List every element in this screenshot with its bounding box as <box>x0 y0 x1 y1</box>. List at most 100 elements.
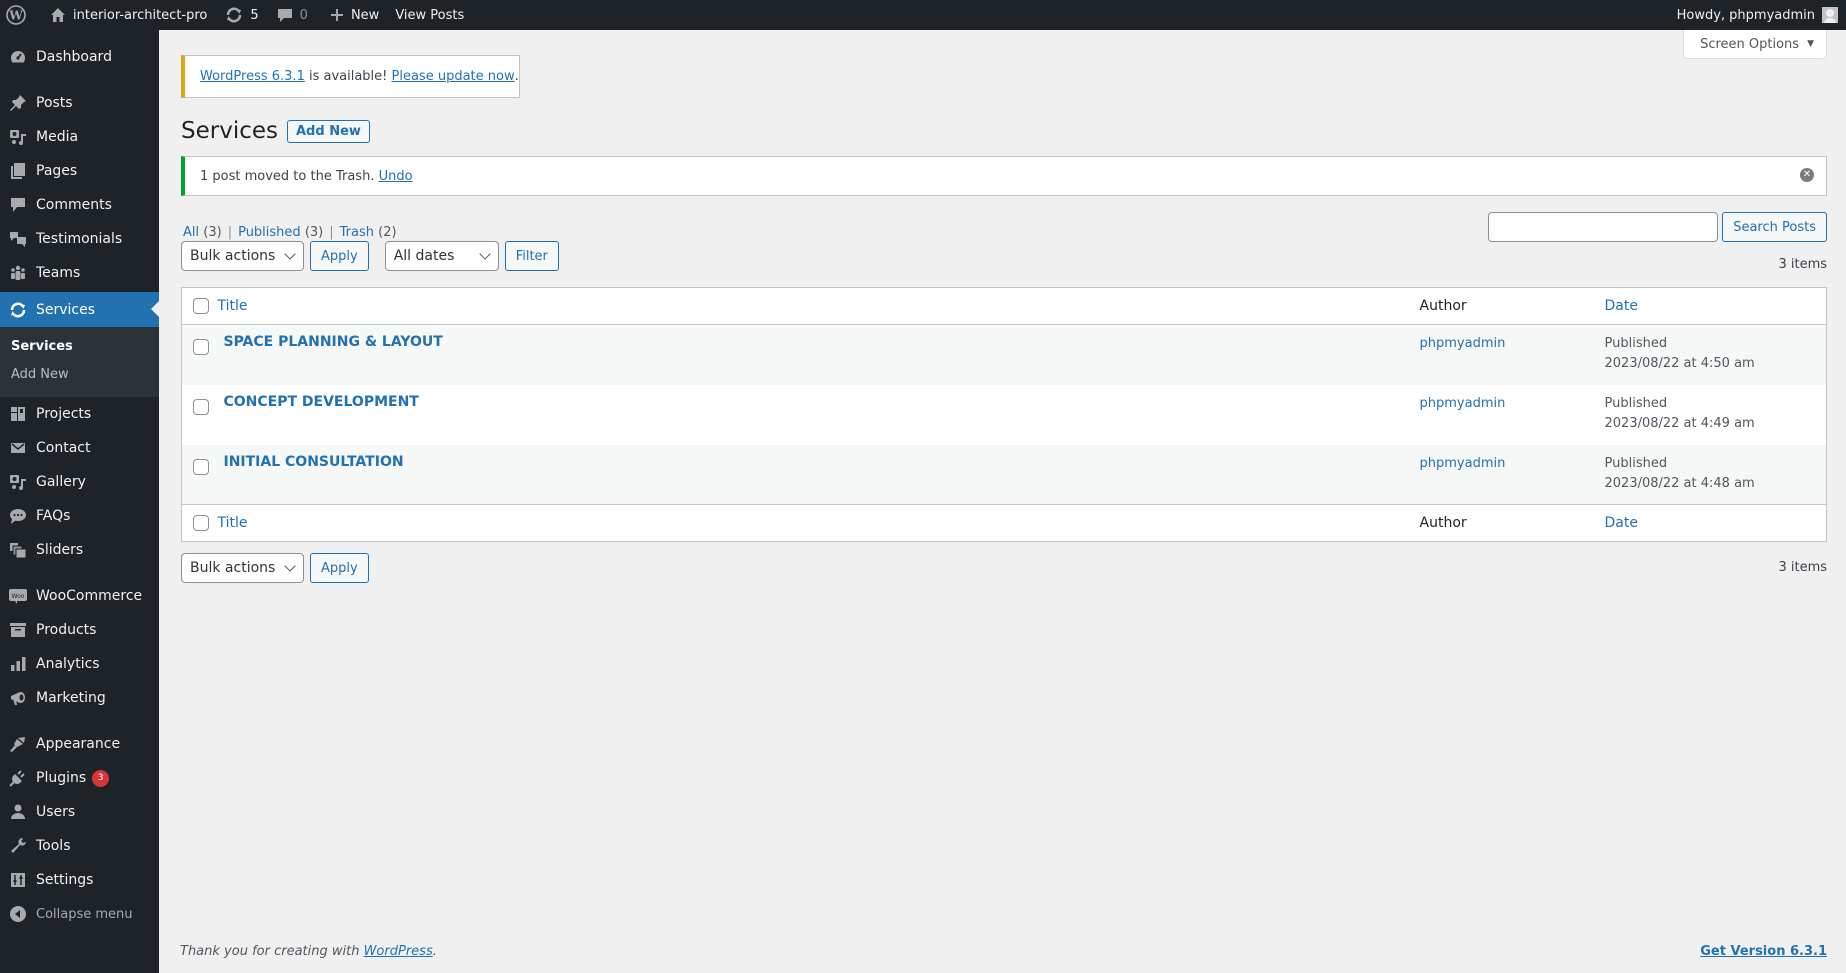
undo-link[interactable]: Undo <box>379 169 413 184</box>
sidebar-label: Gallery <box>36 474 86 490</box>
sidebar-item-appearance[interactable]: Appearance <box>0 727 159 761</box>
sidebar-item-posts[interactable]: Posts <box>0 86 159 120</box>
row-checkbox[interactable] <box>193 458 209 475</box>
items-count-bottom: 3 items <box>1778 560 1827 575</box>
bulk-actions-value: Bulk actions <box>190 560 276 576</box>
row-title-link[interactable]: SPACE PLANNING & LAYOUT <box>224 334 443 350</box>
dismiss-notice-icon[interactable]: ✕ <box>1800 168 1814 182</box>
row-author-link[interactable]: phpmyadmin <box>1420 396 1506 411</box>
sidebar-label: Media <box>36 129 79 145</box>
collapse-label: Collapse menu <box>36 906 133 922</box>
sidebar-item-pages[interactable]: Pages <box>0 154 159 188</box>
sidebar-label: FAQs <box>36 508 71 524</box>
footer-thanks-text: Thank you for creating with <box>180 944 364 959</box>
dashboard-icon <box>0 48 36 66</box>
column-date-sort-footer[interactable]: Date <box>1605 515 1638 531</box>
search-posts-button[interactable]: Search Posts <box>1722 212 1827 242</box>
brush-icon <box>0 735 36 753</box>
user-icon <box>0 803 36 821</box>
sidebar-item-plugins[interactable]: Plugins 3 <box>0 761 159 795</box>
sidebar-item-analytics[interactable]: Analytics <box>0 647 159 681</box>
updates-icon <box>225 6 243 24</box>
media-icon <box>0 128 36 146</box>
sidebar-item-services[interactable]: Services <box>0 292 159 327</box>
sidebar-item-settings[interactable]: Settings <box>0 863 159 897</box>
row-date: Published 2023/08/22 at 4:49 am <box>1605 394 1827 434</box>
row-title-link[interactable]: INITIAL CONSULTATION <box>224 454 404 470</box>
filter-trash[interactable]: Trash (2) <box>340 225 397 240</box>
column-date-sort[interactable]: Date <box>1605 298 1638 314</box>
slides-icon <box>0 541 36 559</box>
wordpress-link[interactable]: WordPress <box>364 944 433 959</box>
apply-button[interactable]: Apply <box>310 241 369 271</box>
sidebar-item-contact[interactable]: Contact <box>0 431 159 465</box>
filter-published[interactable]: Published (3) <box>238 225 323 240</box>
update-notice-period: . <box>514 69 519 84</box>
sidebar-item-media[interactable]: Media <box>0 120 159 154</box>
sidebar-item-sliders[interactable]: Sliders <box>0 533 159 567</box>
add-new-button[interactable]: Add New <box>287 119 370 143</box>
sidebar-item-faqs[interactable]: FAQs <box>0 499 159 533</box>
row-status: Published <box>1604 455 1668 471</box>
view-posts-link[interactable]: View Posts <box>387 0 472 30</box>
tablenav-bottom: Bulk actions Apply <box>181 553 369 583</box>
date-filter-select[interactable]: All dates <box>384 241 499 271</box>
column-author-footer: Author <box>1419 515 1467 531</box>
submenu-item-add-new[interactable]: Add New <box>11 367 69 382</box>
sidebar-item-tools[interactable]: Tools <box>0 829 159 863</box>
collapse-menu-button[interactable]: Collapse menu <box>0 897 159 931</box>
site-name-link[interactable]: interior-architect-pro <box>34 0 215 30</box>
svg-text:W: W <box>8 9 23 23</box>
testimonial-icon <box>0 230 36 248</box>
sidebar-label: Projects <box>36 406 92 422</box>
wordpress-version-link[interactable]: WordPress 6.3.1 <box>200 69 305 84</box>
select-all-checkbox[interactable] <box>193 298 209 314</box>
sidebar-item-projects[interactable]: Projects <box>0 397 159 431</box>
caret-down-icon: ▼ <box>1807 39 1814 49</box>
row-author-link[interactable]: phpmyadmin <box>1420 456 1506 471</box>
sidebar-label: Pages <box>36 163 78 179</box>
column-title-sort[interactable]: Title <box>218 298 248 314</box>
select-all-checkbox-footer[interactable] <box>193 515 209 531</box>
bulk-actions-select-bottom[interactable]: Bulk actions <box>181 553 304 583</box>
filter-button[interactable]: Filter <box>504 241 559 271</box>
footer-thanks: Thank you for creating with WordPress. <box>180 944 437 959</box>
row-datetime: 2023/08/22 at 4:50 am <box>1604 356 1755 371</box>
settings-icon <box>0 871 36 889</box>
search-input[interactable] <box>1488 212 1719 242</box>
sidebar-item-woocommerce[interactable]: Woo WooCommerce <box>0 579 159 613</box>
update-notice-text: is available! <box>304 69 392 84</box>
sidebar-item-comments[interactable]: Comments <box>0 188 159 222</box>
wp-logo-menu[interactable]: W <box>0 0 34 30</box>
my-account-menu[interactable]: Howdy, phpmyadmin <box>1669 0 1846 30</box>
row-title-link[interactable]: CONCEPT DEVELOPMENT <box>224 394 419 410</box>
screen-options-button[interactable]: Screen Options ▼ <box>1683 30 1827 59</box>
sidebar-item-marketing[interactable]: Marketing <box>0 681 159 715</box>
sidebar-item-dashboard[interactable]: Dashboard <box>0 40 159 74</box>
updates-link[interactable]: 5 <box>215 0 266 30</box>
apply-button-bottom[interactable]: Apply <box>310 553 369 583</box>
sidebar-item-users[interactable]: Users <box>0 795 159 829</box>
submenu-item-services[interactable]: Services <box>11 339 73 354</box>
sidebar-item-testimonials[interactable]: Testimonials <box>0 222 159 256</box>
sidebar-label: Plugins <box>36 770 87 786</box>
sidebar-item-teams[interactable]: Teams <box>0 256 159 290</box>
page-title: Services <box>181 118 278 144</box>
filter-all[interactable]: All (3) <box>183 225 222 240</box>
bulk-actions-select[interactable]: Bulk actions <box>181 241 304 271</box>
main-content: Screen Options ▼ WordPress 6.3.1 is avai… <box>159 30 1846 973</box>
page-heading: Services Add New <box>181 118 370 144</box>
row-checkbox[interactable] <box>193 339 209 355</box>
sidebar-item-gallery[interactable]: Gallery <box>0 465 159 499</box>
new-content-link[interactable]: New <box>316 0 387 30</box>
please-update-link[interactable]: Please update now <box>392 69 515 84</box>
row-checkbox[interactable] <box>193 398 209 415</box>
column-title-sort-footer[interactable]: Title <box>218 515 248 531</box>
trash-notice-text: 1 post moved to the Trash. <box>200 168 379 184</box>
comments-link[interactable]: 0 <box>267 0 316 30</box>
get-version-link[interactable]: Get Version 6.3.1 <box>1700 944 1827 959</box>
chat-icon <box>0 507 36 525</box>
chart-bar-icon <box>0 655 36 673</box>
sidebar-item-products[interactable]: Products <box>0 613 159 647</box>
row-author-link[interactable]: phpmyadmin <box>1420 336 1506 351</box>
